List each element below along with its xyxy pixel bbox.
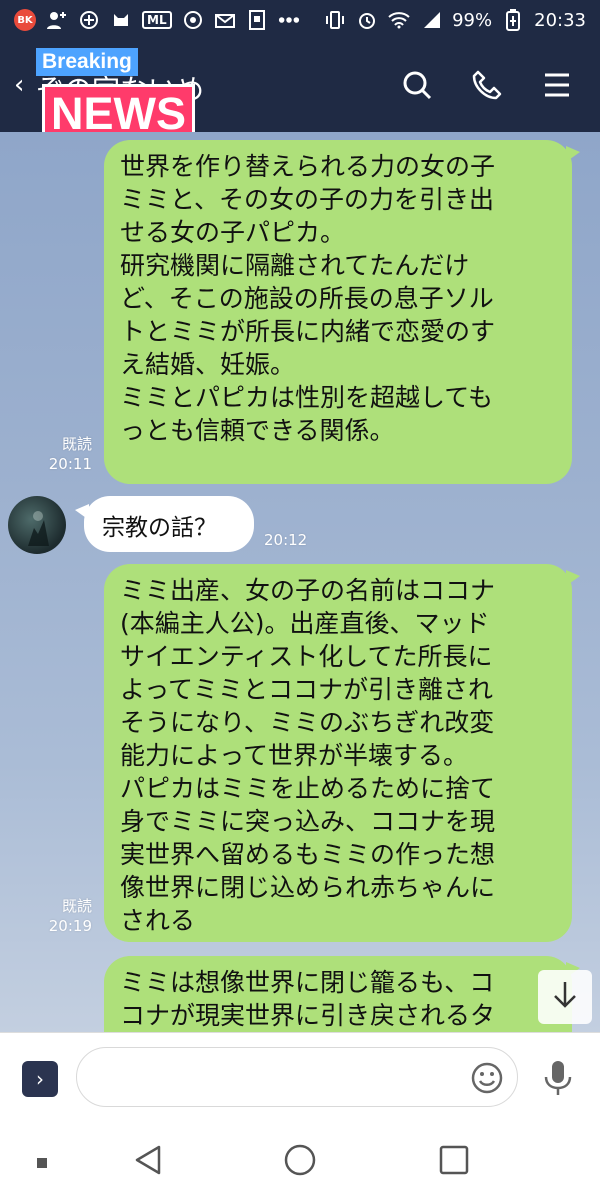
message-time: 20:11: [48, 455, 92, 473]
smiley-icon: [470, 1062, 504, 1099]
voice-input-button[interactable]: [540, 1059, 576, 1097]
circle-home-icon: [283, 1143, 317, 1181]
small-square-icon: [37, 1153, 47, 1172]
message-time: 20:19: [48, 917, 92, 935]
square-recents-icon: [438, 1144, 470, 1180]
system-icons: 99% 20:33: [324, 9, 586, 31]
chat-messages-area[interactable]: 既読 20:11 世界を作り替えられる力の女の子 ミミと、その女の子の力を引き出…: [0, 132, 600, 1032]
mail-icon: [214, 9, 236, 31]
battery-saver-icon: [502, 9, 524, 31]
add-user-icon: [46, 9, 68, 31]
message-time: 20:12: [264, 531, 308, 549]
pixel-app-icon: [246, 9, 268, 31]
message-meta: 既読 20:19: [42, 896, 92, 936]
ml-app-icon: ML: [142, 11, 172, 29]
chevron-right-icon: ›: [36, 1067, 44, 1091]
expand-menu-button[interactable]: ›: [22, 1061, 58, 1097]
recents-button[interactable]: [434, 1142, 474, 1182]
sent-message-bubble[interactable]: ミミは想像世界に閉じ籠るも、コ コナが現実世界に引き戻されるタ: [104, 956, 580, 1032]
back-button[interactable]: [128, 1142, 168, 1182]
status-bar: BK ML 99% 20:33: [0, 0, 600, 40]
search-button[interactable]: [396, 66, 438, 108]
received-message-bubble[interactable]: 宗教の話？: [75, 496, 254, 552]
microphone-icon: [540, 1061, 576, 1101]
battery-percent: 99%: [452, 9, 493, 31]
read-receipt: 既読: [61, 435, 92, 453]
back-icon[interactable]: ‹: [14, 70, 24, 100]
avatar[interactable]: [8, 496, 66, 554]
wifi-icon: [388, 9, 410, 31]
call-button[interactable]: [466, 66, 508, 108]
search-icon: [401, 69, 433, 105]
burger-king-app-icon: BK: [14, 9, 36, 31]
signal-icon: [420, 9, 442, 31]
message-meta: 既読 20:11: [42, 434, 92, 474]
more-dots-icon: [278, 9, 300, 31]
scroll-to-bottom-button[interactable]: [538, 970, 592, 1024]
triangle-back-icon: [133, 1144, 163, 1180]
cat-app-icon: [110, 9, 132, 31]
home-button[interactable]: [280, 1142, 320, 1182]
notification-icons: BK ML: [14, 9, 300, 31]
chat-header: ‹ ぞの宗ないめ Breaking NEWS: [0, 40, 600, 144]
sent-message-bubble[interactable]: 世界を作り替えられる力の女の子 ミミと、その女の子の力を引き出 せる女の子パピカ…: [104, 140, 580, 484]
settings-app-icon: [182, 9, 204, 31]
message-input-bar: ›: [0, 1032, 600, 1121]
status-time: 20:33: [534, 9, 586, 31]
phone-icon: [471, 69, 503, 105]
alarm-icon: [356, 9, 378, 31]
read-receipt: 既読: [61, 897, 92, 915]
breaking-overlay-label: Breaking: [36, 48, 138, 76]
arrow-down-icon: [552, 980, 578, 1014]
sent-message-bubble[interactable]: ミミ出産、女の子の名前はココナ (本編主人公)。出産直後、マッド サイエンティス…: [104, 564, 580, 942]
nav-indicator: [22, 1142, 62, 1182]
circle-app-icon: [78, 9, 100, 31]
vibrate-icon: [324, 9, 346, 31]
menu-icon: [543, 72, 571, 102]
menu-button[interactable]: [536, 66, 578, 108]
android-nav-bar: [0, 1120, 600, 1200]
message-input[interactable]: [76, 1047, 518, 1107]
emoji-button[interactable]: [470, 1061, 504, 1095]
